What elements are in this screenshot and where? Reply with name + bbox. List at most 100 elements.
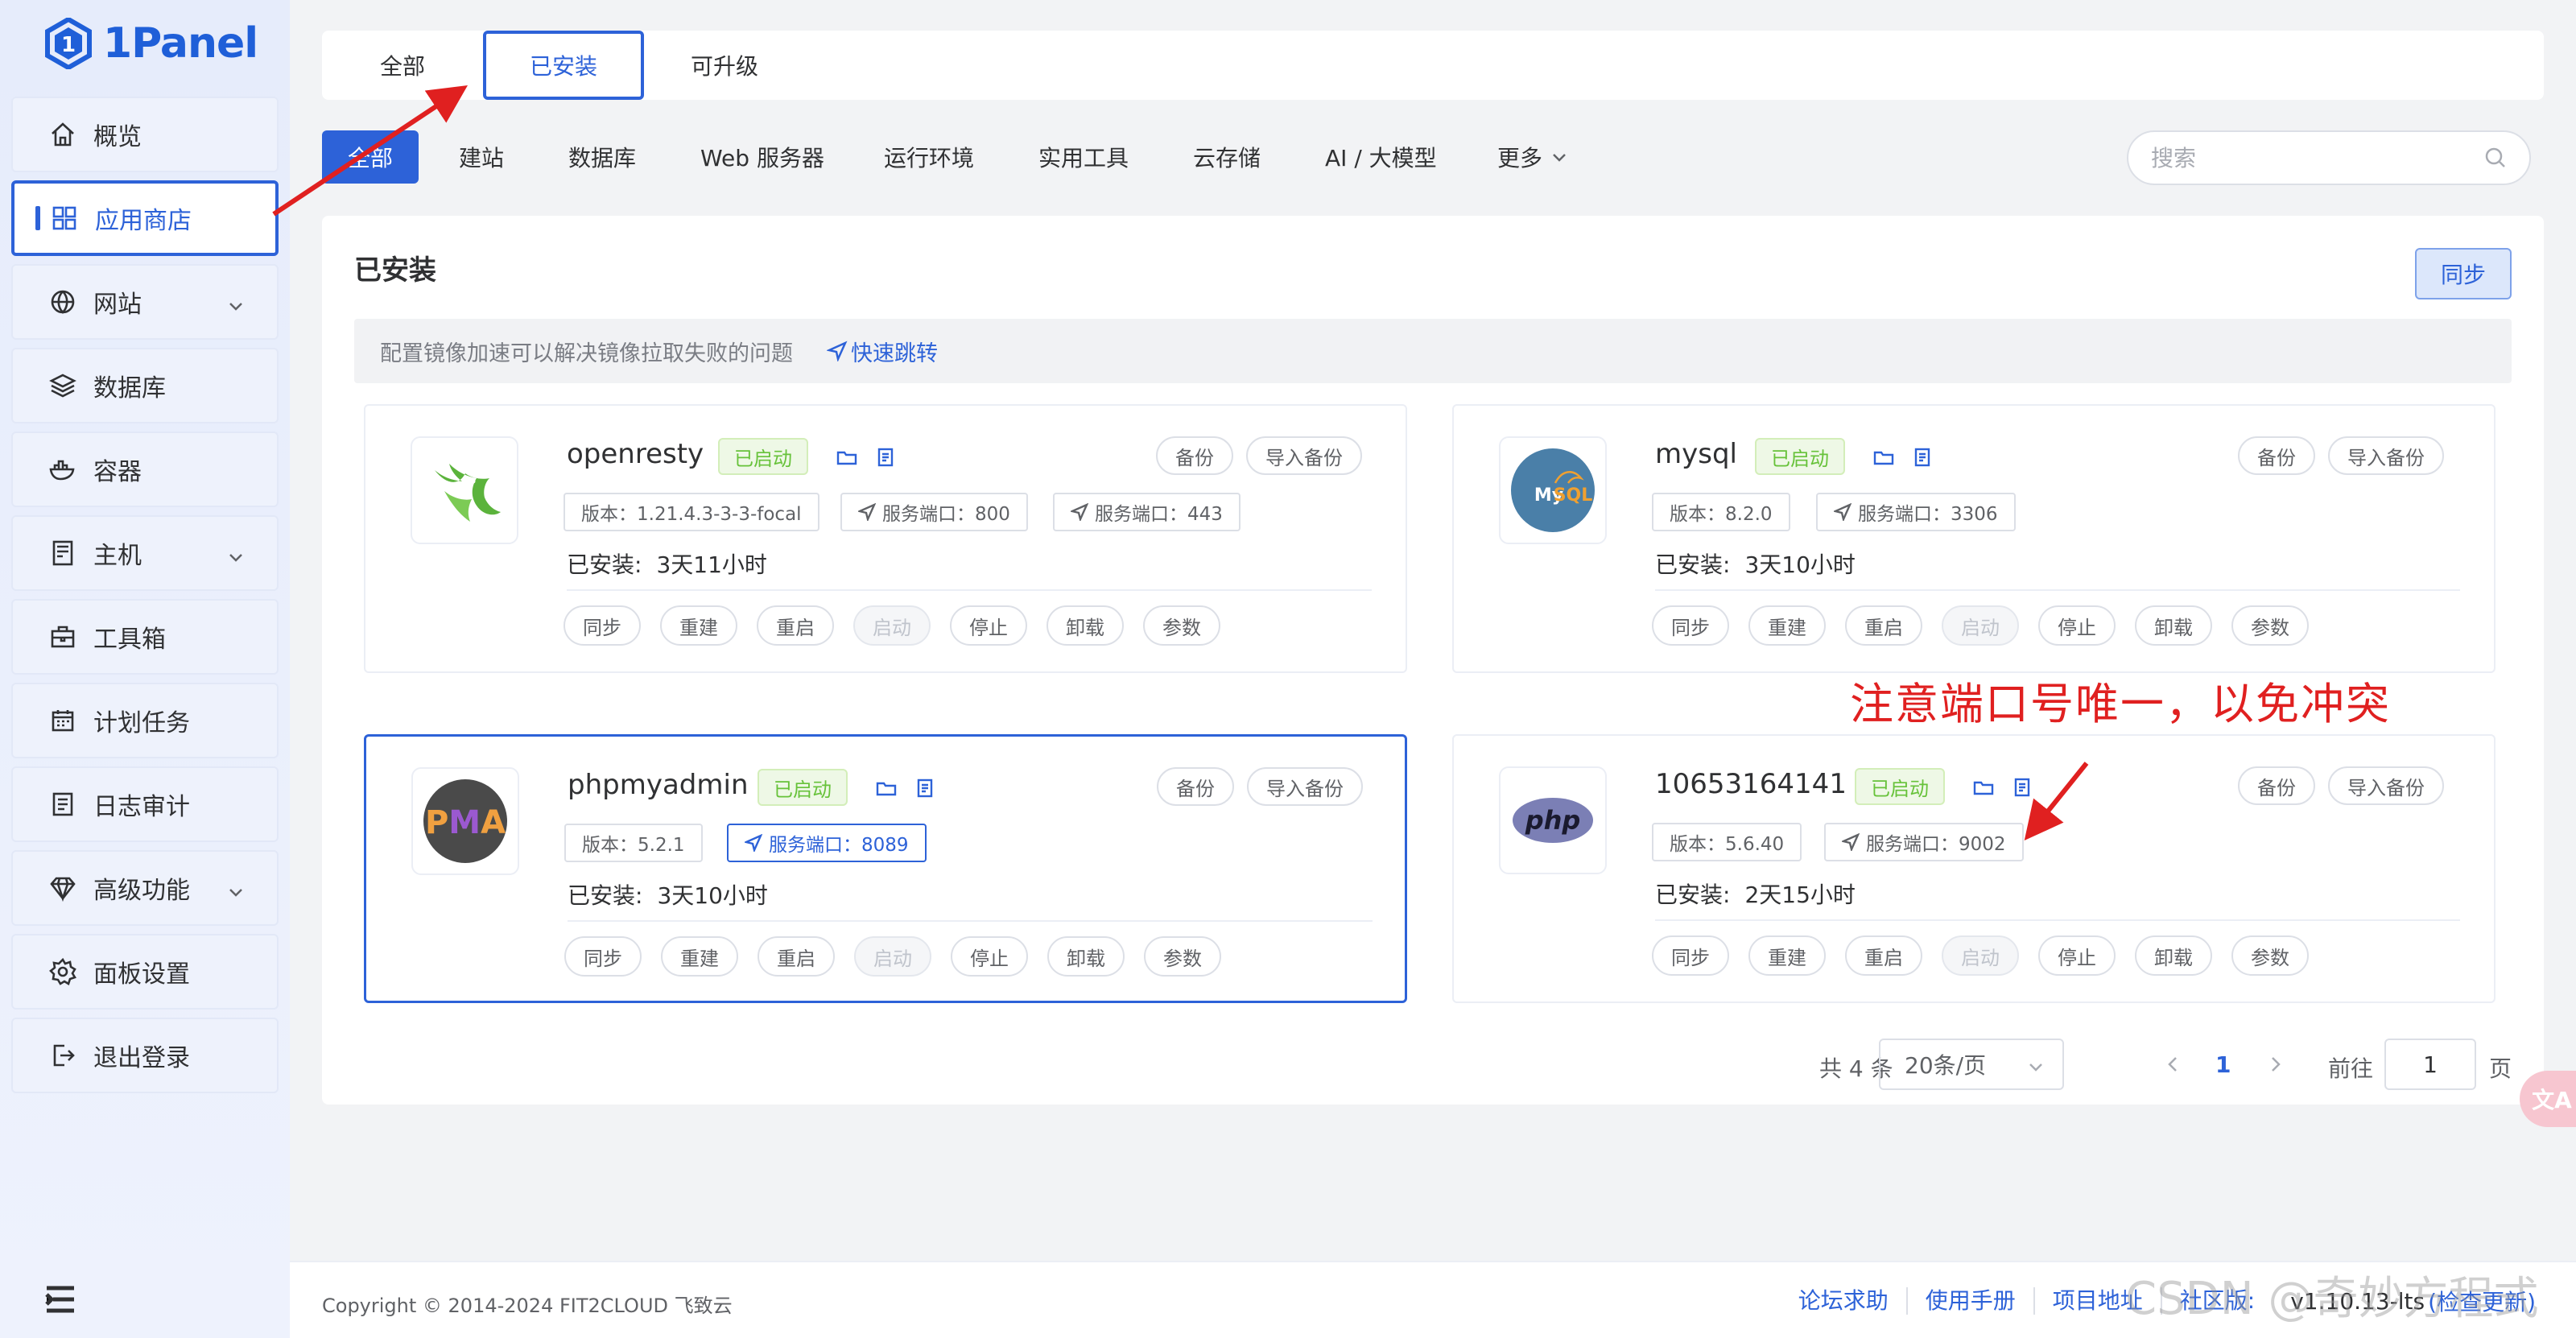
category-runtime[interactable]: 运行环境 <box>884 130 974 184</box>
installed-label: 已安装: <box>1655 882 1731 908</box>
tab-all[interactable]: 全部 <box>322 31 483 100</box>
installed-time: 已安装: 3天11小时 <box>567 547 767 580</box>
document-icon[interactable] <box>874 446 897 469</box>
translate-icon[interactable]: 文A <box>2520 1071 2576 1127</box>
params-button[interactable]: 参数 <box>2231 605 2309 646</box>
search-input[interactable] <box>2151 144 2484 171</box>
restart-button[interactable]: 重启 <box>758 936 835 977</box>
next-page-icon[interactable] <box>2264 1053 2286 1076</box>
import-backup-button[interactable]: 导入备份 <box>1246 436 1362 475</box>
backup-button[interactable]: 备份 <box>1157 767 1234 806</box>
rebuild-button[interactable]: 重建 <box>660 605 737 646</box>
sidebar-item-website[interactable]: 网站 <box>11 264 279 340</box>
version-tag: 版本：5.6.40 <box>1652 823 1802 861</box>
port-tag[interactable]: 服务端口：443 <box>1053 493 1241 531</box>
uninstall-button[interactable]: 卸载 <box>2135 605 2212 646</box>
backup-button[interactable]: 备份 <box>2238 766 2315 805</box>
start-button[interactable]: 启动 <box>853 605 931 646</box>
uninstall-button[interactable]: 卸载 <box>1047 936 1125 977</box>
document-icon[interactable] <box>1911 446 1934 469</box>
category-database[interactable]: 数据库 <box>568 130 636 184</box>
document-icon[interactable] <box>2011 776 2033 799</box>
prev-page-icon[interactable] <box>2162 1053 2185 1076</box>
uninstall-button[interactable]: 卸载 <box>2135 935 2212 976</box>
folder-icon[interactable] <box>836 446 858 469</box>
params-button[interactable]: 参数 <box>1143 605 1220 646</box>
sidebar-item-label: 网站 <box>93 291 142 319</box>
sidebar-item-label: 主机 <box>93 542 142 570</box>
rebuild-button[interactable]: 重建 <box>1748 935 1826 976</box>
installed-time: 已安装: 2天15小时 <box>1655 878 1856 910</box>
port-label: 服务端口：443 <box>1095 504 1223 525</box>
port-tag[interactable]: 服务端口：800 <box>840 493 1028 531</box>
send-icon <box>745 834 762 852</box>
app-card-phpmyadmin: PMA phpmyadmin 已启动 备份 导入备份 版本：5.2.1 服务端口… <box>364 734 1407 1003</box>
manual-link[interactable]: 使用手册 <box>1908 1287 2035 1315</box>
folder-icon[interactable] <box>1972 776 1995 799</box>
tab-installed[interactable]: 已安装 <box>483 31 644 100</box>
quick-jump-link[interactable]: 快速跳转 <box>827 336 938 367</box>
sidebar-item-container[interactable]: 容器 <box>11 432 279 507</box>
params-button[interactable]: 参数 <box>1144 936 1221 977</box>
category-web-server[interactable]: Web 服务器 <box>700 130 824 184</box>
category-all[interactable]: 全部 <box>322 130 419 184</box>
current-page[interactable]: 1 <box>2215 1051 2231 1078</box>
start-button[interactable]: 启动 <box>854 936 931 977</box>
sidebar-item-host[interactable]: 主机 <box>11 515 279 591</box>
search-icon[interactable] <box>2484 147 2507 169</box>
category-ai[interactable]: AI / 大模型 <box>1325 130 1437 184</box>
logo[interactable]: 1 1Panel <box>45 14 258 72</box>
restart-button[interactable]: 重启 <box>1845 605 1922 646</box>
category-website[interactable]: 建站 <box>459 130 504 184</box>
backup-button[interactable]: 备份 <box>1156 436 1233 475</box>
sidebar-item-toolbox[interactable]: 工具箱 <box>11 599 279 675</box>
goto-page-input[interactable]: 1 <box>2384 1039 2476 1090</box>
category-more[interactable]: 更多 <box>1497 130 1568 184</box>
page-size-select[interactable]: 20条/页 <box>1879 1039 2064 1090</box>
import-backup-button[interactable]: 导入备份 <box>2328 766 2444 805</box>
sidebar-item-logout[interactable]: 退出登录 <box>11 1018 279 1093</box>
category-tools[interactable]: 实用工具 <box>1038 130 1129 184</box>
forum-link[interactable]: 论坛求助 <box>1781 1287 1908 1315</box>
port-tag[interactable]: 服务端口：9002 <box>1824 823 2024 861</box>
stop-button[interactable]: 停止 <box>2038 605 2116 646</box>
sidebar-item-app-store[interactable]: 应用商店 <box>11 180 279 256</box>
backup-button[interactable]: 备份 <box>2238 436 2315 475</box>
sidebar-item-cron[interactable]: 计划任务 <box>11 683 279 758</box>
sync-action-button[interactable]: 同步 <box>564 936 642 977</box>
sync-button[interactable]: 同步 <box>2415 248 2512 299</box>
sidebar-item-log-audit[interactable]: 日志审计 <box>11 766 279 842</box>
document-icon[interactable] <box>914 777 936 799</box>
port-tag[interactable]: 服务端口：3306 <box>1816 493 2016 531</box>
start-button[interactable]: 启动 <box>1942 935 2019 976</box>
restart-button[interactable]: 重启 <box>1845 935 1922 976</box>
import-backup-button[interactable]: 导入备份 <box>1247 767 1363 806</box>
rebuild-button[interactable]: 重建 <box>661 936 738 977</box>
stop-button[interactable]: 停止 <box>950 605 1027 646</box>
params-button[interactable]: 参数 <box>2231 935 2309 976</box>
sidebar-item-settings[interactable]: 面板设置 <box>11 934 279 1010</box>
menu-collapse-icon[interactable] <box>43 1283 77 1315</box>
sync-action-button[interactable]: 同步 <box>1652 605 1729 646</box>
copyright: Copyright © 2014-2024 FIT2CLOUD 飞致云 <box>322 1295 733 1317</box>
stop-button[interactable]: 停止 <box>951 936 1028 977</box>
status-badge: 已启动 <box>718 438 808 475</box>
sidebar-item-database[interactable]: 数据库 <box>11 348 279 423</box>
import-backup-button[interactable]: 导入备份 <box>2328 436 2444 475</box>
folder-icon[interactable] <box>1872 446 1895 469</box>
tab-upgradable[interactable]: 可升级 <box>644 31 805 100</box>
start-button[interactable]: 启动 <box>1942 605 2019 646</box>
restart-button[interactable]: 重启 <box>757 605 834 646</box>
sidebar-item-overview[interactable]: 概览 <box>11 97 279 172</box>
rebuild-button[interactable]: 重建 <box>1748 605 1826 646</box>
stop-button[interactable]: 停止 <box>2038 935 2116 976</box>
sync-action-button[interactable]: 同步 <box>564 605 641 646</box>
category-cloud-storage[interactable]: 云存储 <box>1193 130 1261 184</box>
svg-text:PMA: PMA <box>425 804 506 841</box>
folder-icon[interactable] <box>875 777 898 799</box>
port-tag[interactable]: 服务端口：8089 <box>727 824 927 862</box>
uninstall-button[interactable]: 卸载 <box>1046 605 1124 646</box>
sync-action-button[interactable]: 同步 <box>1652 935 1729 976</box>
svg-text:1: 1 <box>61 33 76 57</box>
sidebar-item-advanced[interactable]: 高级功能 <box>11 850 279 926</box>
